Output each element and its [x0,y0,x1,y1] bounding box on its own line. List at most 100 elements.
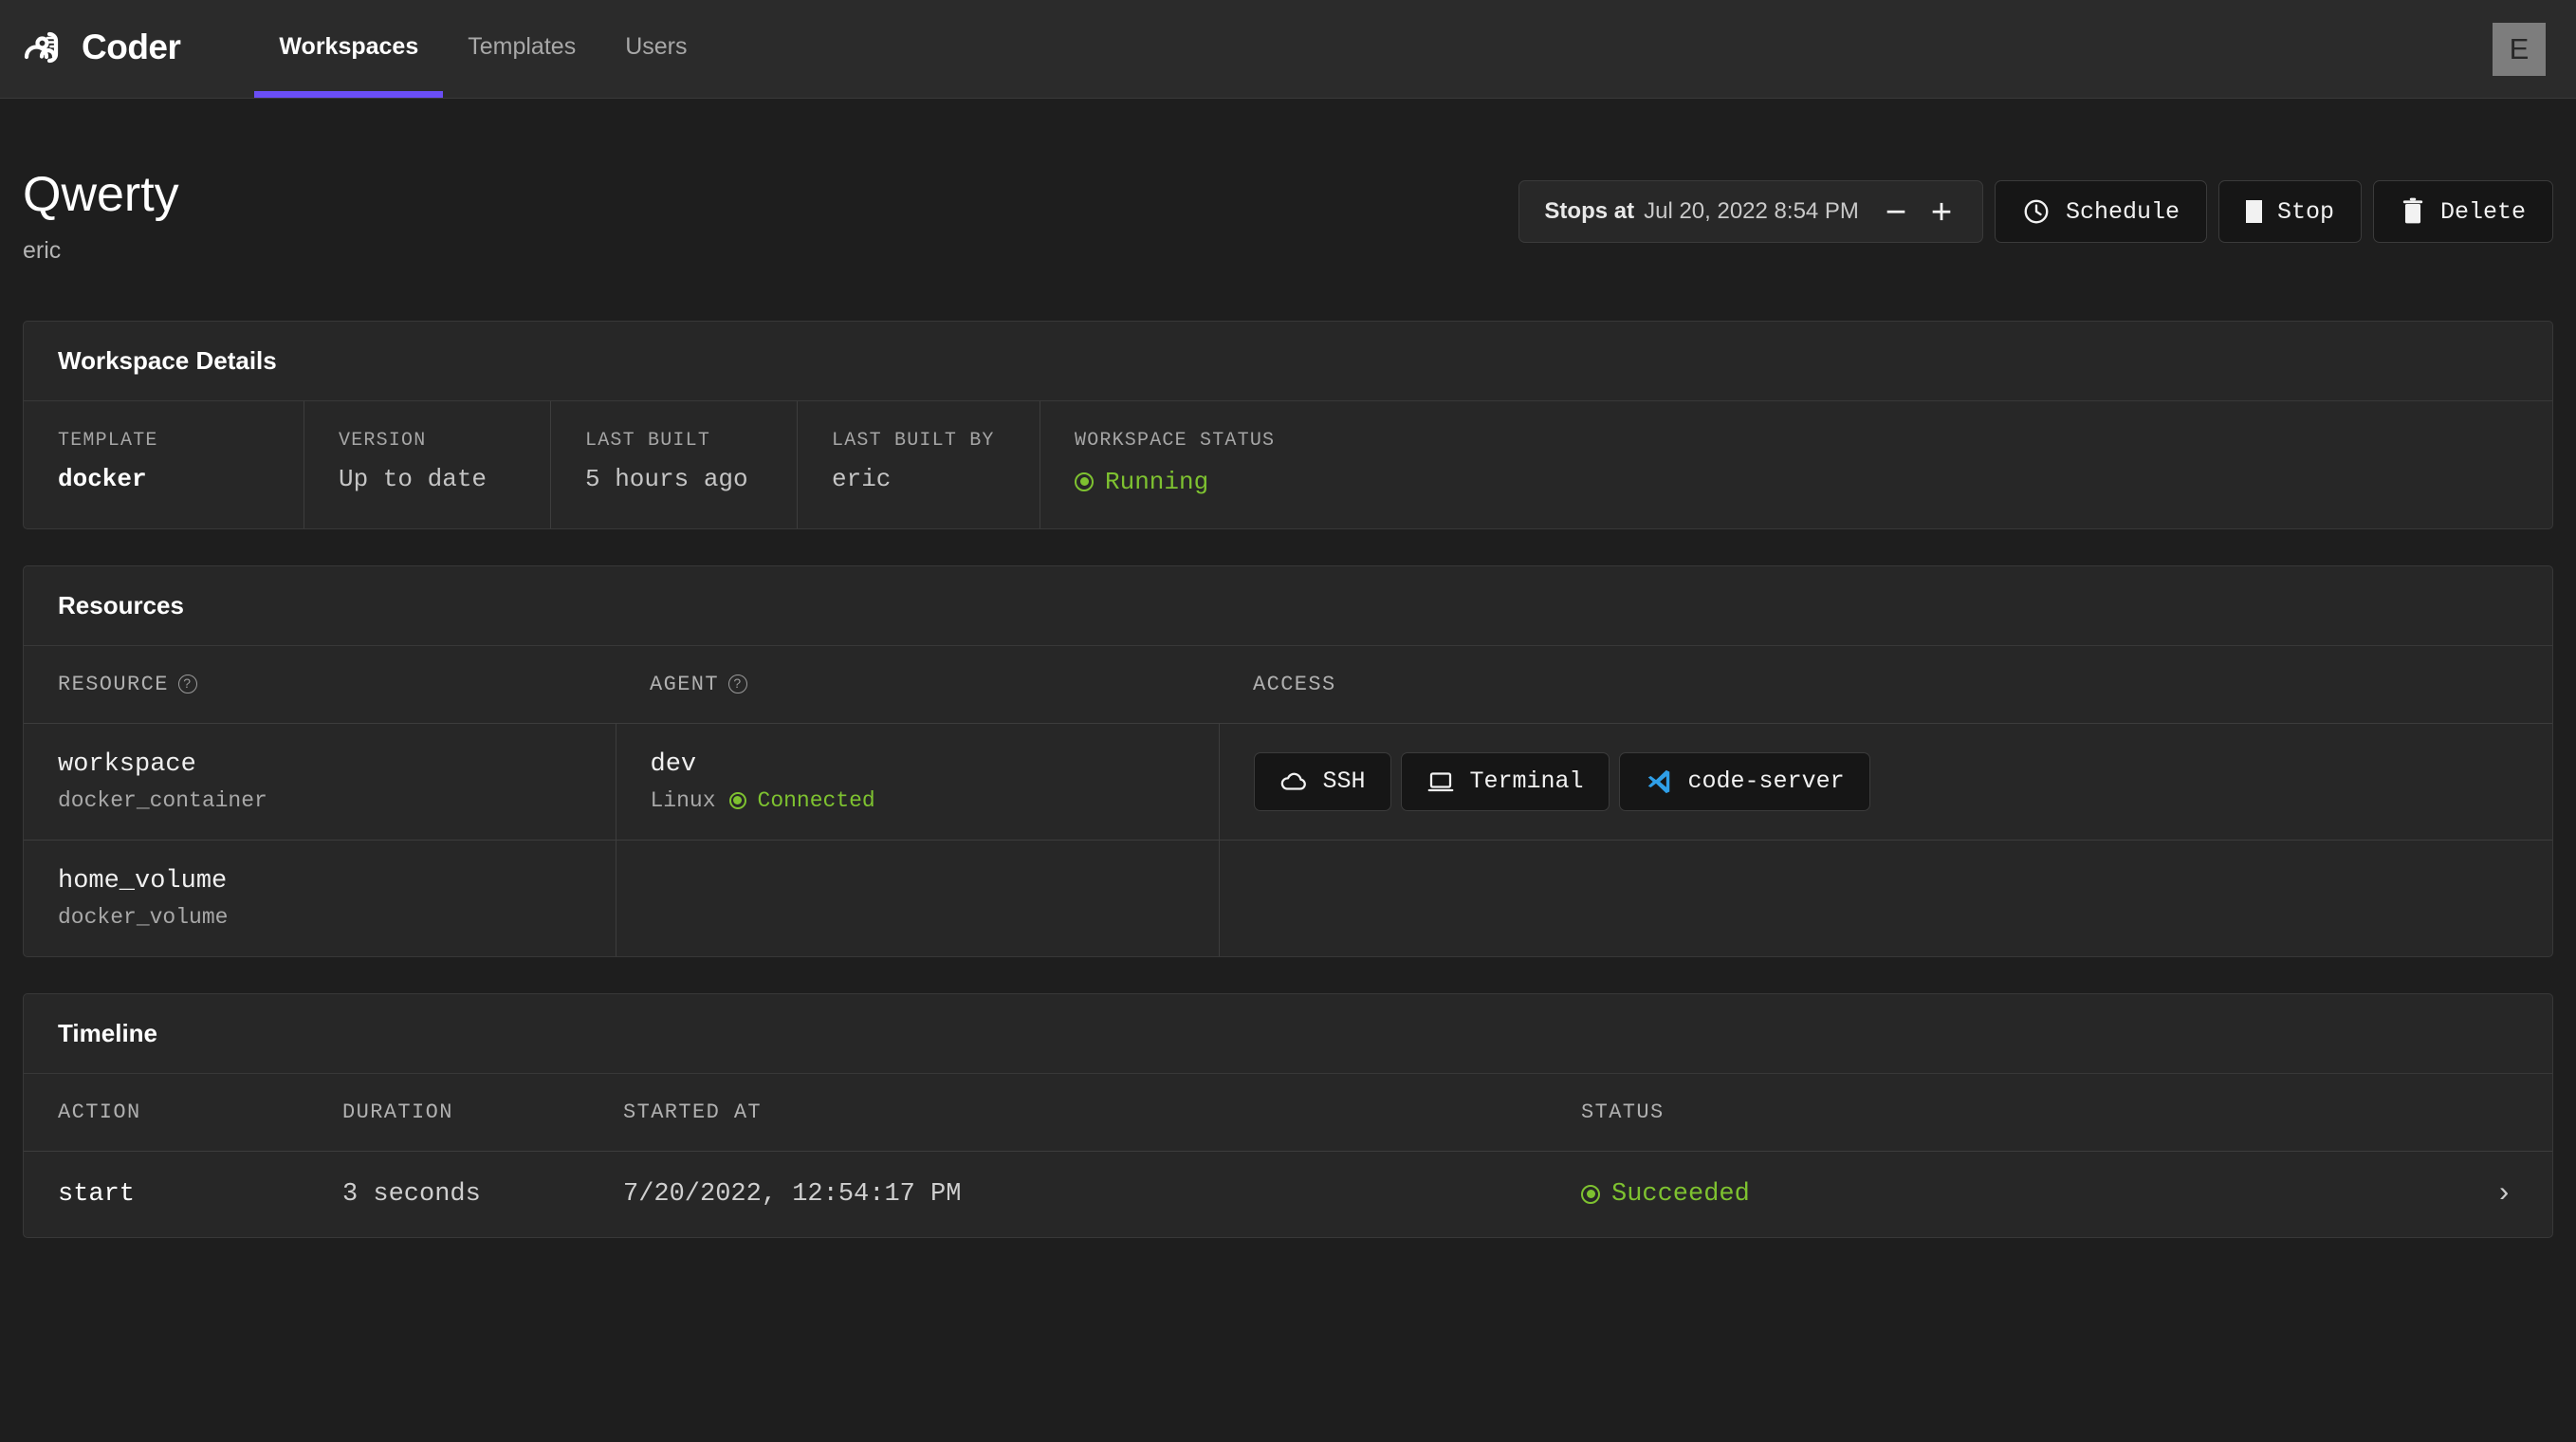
ssh-button-label: SSH [1322,767,1366,795]
avatar-initial: E [2509,31,2530,65]
page-title: Qwerty [23,167,179,222]
timeline-status: Succeeded › [1547,1151,2552,1237]
nav-tab-workspaces[interactable]: Workspaces [254,0,444,98]
resource-type: docker_volume [58,904,229,930]
detail-template: TEMPLATE docker [24,401,304,528]
col-header-resource-label: RESOURCE [58,672,169,696]
workspace-header: Qwerty eric Stops at Jul 20, 2022 8:54 P… [23,99,2553,285]
col-header-access-label: ACCESS [1253,672,1336,696]
table-row[interactable]: start 3 seconds 7/20/2022, 12:54:17 PM S… [24,1151,2552,1237]
resource-name: workspace [58,749,196,779]
user-avatar[interactable]: E [2493,22,2546,76]
table-row: home_volume docker_volume [24,840,2552,956]
timeline-header-row: ACTION DURATION STARTED AT STATUS [24,1073,2552,1152]
stop-workspace-button[interactable]: Stop [2217,180,2362,243]
status-badge-running: Running [1075,468,1208,496]
chevron-right-icon[interactable]: › [2495,1180,2518,1209]
agent-status-label: Connected [757,787,875,813]
resources-header-row: RESOURCE ? AGENT ? ACCESS [24,645,2552,724]
col-header-status: STATUS [1547,1073,2552,1152]
agent-help-icon[interactable]: ? [728,675,748,693]
schedule-button[interactable]: Schedule [1994,180,2207,243]
status-badge-label: Running [1105,467,1209,496]
timeline-table: ACTION DURATION STARTED AT STATUS start … [24,1073,2552,1237]
autostop-stepper [1880,195,1958,228]
cloud-icon [1280,772,1306,790]
nav-tab-templates[interactable]: Templates [443,0,600,98]
plus-icon [1932,202,1951,221]
delete-workspace-button[interactable]: Delete [2372,180,2553,243]
code-server-button[interactable]: code-server [1618,751,1870,811]
resource-type: docker_container [58,787,267,813]
detail-workspace-status: WORKSPACE STATUS Running [1040,401,1420,528]
col-header-action: ACTION [24,1073,308,1152]
timeline-action: start [58,1179,136,1209]
access-cell-empty [1219,840,2552,956]
brand-home-link[interactable]: Coder [23,0,181,98]
detail-version-label: VERSION [339,430,427,452]
agent-status-badge: Connected [728,787,875,813]
brand-name: Coder [82,27,181,66]
detail-template-value: docker [58,465,147,493]
agent-cell-empty [616,840,1220,956]
detail-template-label: TEMPLATE [58,430,158,452]
detail-last-built-label: LAST BUILT [585,430,711,452]
detail-last-built: LAST BUILT 5 hours ago [551,401,798,528]
terminal-icon [1427,771,1453,791]
ssh-button[interactable]: SSH [1253,751,1391,811]
timeline-card: Timeline ACTION DURATION STARTED AT STAT… [23,992,2553,1238]
stop-square-icon [2245,200,2262,223]
resources-title: Resources [24,566,2552,646]
col-header-access: ACCESS [1219,645,2552,724]
resources-table-head: RESOURCE ? AGENT ? ACCESS [24,645,2552,724]
autostop-group: Stops at Jul 20, 2022 8:54 PM [1518,180,1983,243]
decrease-deadline-button[interactable] [1880,195,1912,228]
timeline-status-badge: Succeeded [1581,1180,1750,1209]
agent-status-dot-icon [728,791,746,809]
coder-logo-icon [23,25,68,70]
detail-last-built-by: LAST BUILT BY eric [798,401,1040,528]
stops-at-label: Stops at [1544,198,1635,224]
vscode-icon [1647,769,1669,793]
top-navbar: Coder Workspaces Templates Users E [0,0,2576,99]
timeline-status-label: Succeeded [1611,1179,1750,1209]
table-row: workspace docker_container dev Linux Con… [24,723,2552,841]
resources-card: Resources RESOURCE ? AGENT ? ACCESS work… [23,564,2553,957]
code-server-button-label: code-server [1687,767,1845,795]
page-content: Qwerty eric Stops at Jul 20, 2022 8:54 P… [0,99,2576,1238]
col-header-agent: AGENT ? [616,645,1219,724]
resource-name: home_volume [58,866,228,896]
timeline-table-body: start 3 seconds 7/20/2022, 12:54:17 PM S… [24,1151,2552,1237]
trash-icon [2402,197,2423,224]
navbar-spacer [712,0,2493,98]
resources-table-body: workspace docker_container dev Linux Con… [24,723,2552,956]
timeline-started-at: 7/20/2022, 12:54:17 PM [623,1179,962,1209]
col-header-resource: RESOURCE ? [24,645,616,724]
timeline-title: Timeline [24,994,2552,1074]
workspace-details-grid: TEMPLATE docker VERSION Up to date LAST … [24,401,2552,528]
resource-cell-workspace: workspace docker_container [24,723,616,841]
resource-help-icon[interactable]: ? [177,675,197,693]
minus-icon [1886,210,1905,213]
increase-deadline-button[interactable] [1925,195,1958,228]
detail-version-value: Up to date [339,465,488,493]
terminal-button[interactable]: Terminal [1400,751,1610,811]
workspace-actions: Stops at Jul 20, 2022 8:54 PM Schedule S… [1518,180,2553,243]
nav-tab-users[interactable]: Users [600,0,711,98]
col-header-duration: DURATION [308,1073,589,1152]
nav-tabs: Workspaces Templates Users [254,0,711,98]
timeline-duration: 3 seconds [342,1179,481,1209]
detail-workspace-status-value-wrap: Running [1075,465,1386,496]
stop-button-label: Stop [2276,197,2334,226]
nav-tab-users-label: Users [625,33,688,60]
nav-tab-workspaces-label: Workspaces [279,33,419,60]
detail-last-built-by-label: LAST BUILT BY [832,430,995,452]
detail-last-built-by-value: eric [832,465,892,493]
col-header-agent-label: AGENT [650,672,720,696]
detail-workspace-status-label: WORKSPACE STATUS [1075,430,1276,452]
col-header-started-at: STARTED AT [589,1073,1547,1152]
access-cell: SSH Terminal code-server [1219,723,2552,841]
clock-icon [2024,199,2049,224]
timeline-table-head: ACTION DURATION STARTED AT STATUS [24,1073,2552,1152]
workspace-details-title: Workspace Details [24,322,2552,401]
